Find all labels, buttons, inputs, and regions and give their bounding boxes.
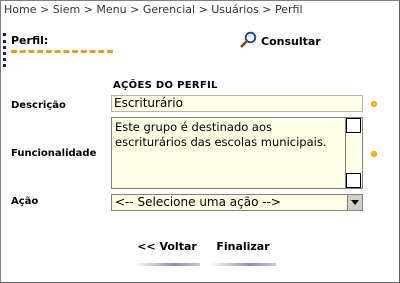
functionality-textarea[interactable]: Este grupo é destinado aos escriturários…	[111, 117, 363, 189]
back-button-underline	[134, 263, 200, 266]
scroll-up-button[interactable]	[346, 118, 361, 133]
functionality-text: Este grupo é destinado aos escriturários…	[115, 120, 327, 149]
textarea-scrollbar[interactable]	[345, 118, 362, 188]
functionality-label: Funcionalidade	[11, 148, 97, 159]
required-indicator-icon	[371, 151, 377, 157]
description-field[interactable]: Escriturário	[111, 95, 363, 112]
finish-button[interactable]: Finalizar	[213, 240, 273, 253]
magnifier-icon	[240, 31, 261, 51]
action-select[interactable]: <-- Selecione uma ação -->	[111, 194, 363, 211]
description-label: Descrição	[11, 100, 66, 111]
chevron-down-icon[interactable]	[347, 195, 362, 210]
breadcrumb: Home > Siem > Menu > Gerencial > Usuário…	[4, 3, 303, 16]
consult-button[interactable]: Consultar	[240, 31, 321, 51]
action-select-value: <-- Selecione uma ação -->	[115, 195, 281, 209]
required-indicator-icon	[371, 101, 377, 107]
section-marker	[3, 33, 6, 67]
section-title: AÇÕES DO PERFIL	[113, 80, 218, 91]
scroll-down-button[interactable]	[346, 173, 361, 188]
page-title: Perfil:	[11, 34, 49, 47]
title-underline	[11, 50, 113, 53]
finish-button-underline	[210, 263, 276, 266]
action-label: Ação	[11, 196, 39, 207]
back-button[interactable]: << Voltar	[137, 240, 197, 253]
consult-label: Consultar	[261, 34, 321, 48]
